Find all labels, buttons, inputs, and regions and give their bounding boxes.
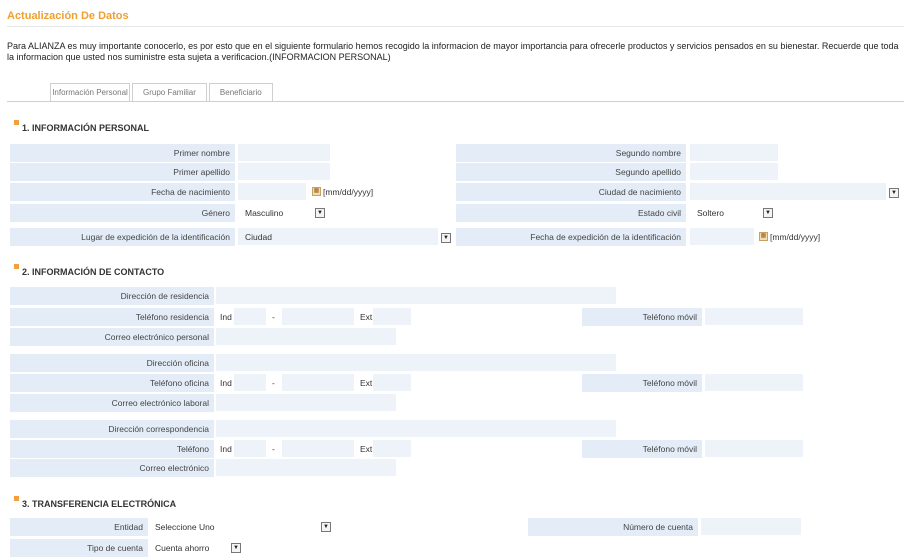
bullet-icon — [14, 120, 19, 125]
bullet-icon — [14, 496, 19, 501]
label-movil: Teléfono móvil — [582, 374, 702, 392]
label-dir-residencia: Dirección de residencia — [10, 287, 214, 305]
correo-laboral-input[interactable] — [216, 394, 396, 411]
label-dir-oficina: Dirección oficina — [10, 354, 214, 372]
tel-residencia-input[interactable] — [282, 308, 354, 325]
tab-beneficiario[interactable]: Beneficiario — [208, 83, 273, 101]
dir-residencia-input[interactable] — [216, 287, 616, 304]
primer-apellido-input[interactable] — [238, 163, 330, 180]
date-format-hint: [mm/dd/yyyy] — [323, 187, 374, 197]
label-entidad: Entidad — [10, 518, 148, 536]
bullet-icon — [14, 264, 19, 269]
label-correo-laboral: Correo electrónico laboral — [10, 394, 214, 412]
movil-input[interactable] — [705, 374, 803, 391]
label-movil: Teléfono móvil — [582, 308, 702, 326]
tabs-divider — [7, 101, 904, 102]
entidad-select[interactable]: Seleccione Uno — [155, 518, 215, 536]
lugar-expedicion-value: Ciudad — [245, 232, 272, 242]
correo-input[interactable] — [216, 459, 396, 476]
dash-label: - — [272, 378, 275, 388]
label-primer-nombre: Primer nombre — [10, 144, 235, 162]
ind-label: Ind — [220, 378, 232, 388]
dropdown-arrow-icon[interactable]: ▼ — [315, 208, 325, 218]
tab-informacion-personal[interactable]: Información Personal — [50, 83, 130, 101]
ciudad-nacimiento-select[interactable] — [690, 183, 886, 200]
intro-text: Para ALIANZA es muy importante conocerlo… — [7, 41, 899, 62]
ind-input[interactable] — [234, 374, 266, 391]
dash-label: - — [272, 444, 275, 454]
label-tel-oficina: Teléfono oficina — [10, 374, 214, 392]
label-tel-residencia: Teléfono residencia — [10, 308, 214, 326]
correo-personal-input[interactable] — [216, 328, 396, 345]
estado-civil-select[interactable]: Soltero — [697, 204, 724, 222]
ext-label: Ext — [360, 378, 373, 388]
numero-cuenta-input[interactable] — [701, 518, 801, 535]
label-segundo-nombre: Segundo nombre — [456, 144, 686, 162]
dropdown-arrow-icon[interactable]: ▼ — [321, 522, 331, 532]
telefono-input[interactable] — [282, 440, 354, 457]
primer-nombre-input[interactable] — [238, 144, 330, 161]
label-dir-correspondencia: Dirección correspondencia — [10, 420, 214, 438]
ext-input[interactable] — [373, 374, 411, 391]
label-lugar-expedicion: Lugar de expedición de la identificación — [10, 228, 235, 246]
page-title: Actualización De Datos — [7, 10, 129, 22]
movil-input[interactable] — [705, 308, 803, 325]
label-fecha-expedicion: Fecha de expedición de la identificación — [456, 228, 686, 246]
section-heading-contacto: 2. INFORMACIÓN DE CONTACTO — [14, 264, 164, 277]
tipo-cuenta-select[interactable]: Cuenta ahorro — [155, 539, 209, 557]
label-numero-cuenta: Número de cuenta — [528, 518, 698, 536]
ext-input[interactable] — [373, 440, 411, 457]
segundo-apellido-input[interactable] — [690, 163, 778, 180]
fecha-expedicion-input[interactable] — [690, 228, 754, 245]
segundo-nombre-input[interactable] — [690, 144, 778, 161]
label-estado-civil: Estado civil — [456, 204, 686, 222]
dropdown-arrow-icon[interactable]: ▼ — [231, 543, 241, 553]
label-telefono: Teléfono — [10, 440, 214, 458]
tel-oficina-input[interactable] — [282, 374, 354, 391]
fecha-nacimiento-input[interactable] — [238, 183, 306, 200]
dir-correspondencia-input[interactable] — [216, 420, 616, 437]
label-correo: Correo electrónico — [10, 459, 214, 477]
ext-input[interactable] — [373, 308, 411, 325]
dropdown-arrow-icon[interactable]: ▼ — [889, 188, 899, 198]
label-tipo-cuenta: Tipo de cuenta — [10, 539, 148, 557]
ext-label: Ext — [360, 312, 373, 322]
ind-label: Ind — [220, 312, 232, 322]
dropdown-arrow-icon[interactable]: ▼ — [441, 233, 451, 243]
title-divider — [7, 26, 904, 27]
ind-label: Ind — [220, 444, 232, 454]
dir-oficina-input[interactable] — [216, 354, 616, 371]
ind-input[interactable] — [234, 440, 266, 457]
label-primer-apellido: Primer apellido — [10, 163, 235, 181]
ind-input[interactable] — [234, 308, 266, 325]
ext-label: Ext — [360, 444, 373, 454]
date-format-hint: [mm/dd/yyyy] — [770, 232, 821, 242]
dropdown-arrow-icon[interactable]: ▼ — [763, 208, 773, 218]
label-ciudad-nacimiento: Ciudad de nacimiento — [456, 183, 686, 201]
label-genero: Género — [10, 204, 235, 222]
label-movil: Teléfono móvil — [582, 440, 702, 458]
genero-select[interactable]: Masculino — [245, 204, 283, 222]
section-heading-personal: 1. INFORMACIÓN PERSONAL — [14, 120, 149, 133]
dash-label: - — [272, 312, 275, 322]
movil-input[interactable] — [705, 440, 803, 457]
section-heading-transferencia: 3. TRANSFERENCIA ELECTRÓNICA — [14, 496, 176, 509]
label-fecha-nacimiento: Fecha de nacimiento — [10, 183, 235, 201]
label-correo-personal: Correo electrónico personal — [10, 328, 214, 346]
label-segundo-apellido: Segundo apellido — [456, 163, 686, 181]
calendar-icon[interactable]: ▦ — [312, 187, 321, 196]
calendar-icon[interactable]: ▦ — [759, 232, 768, 241]
tab-grupo-familiar[interactable]: Grupo Familiar — [132, 83, 207, 101]
tab-bar: Información Personal Grupo Familiar Bene… — [50, 83, 275, 101]
